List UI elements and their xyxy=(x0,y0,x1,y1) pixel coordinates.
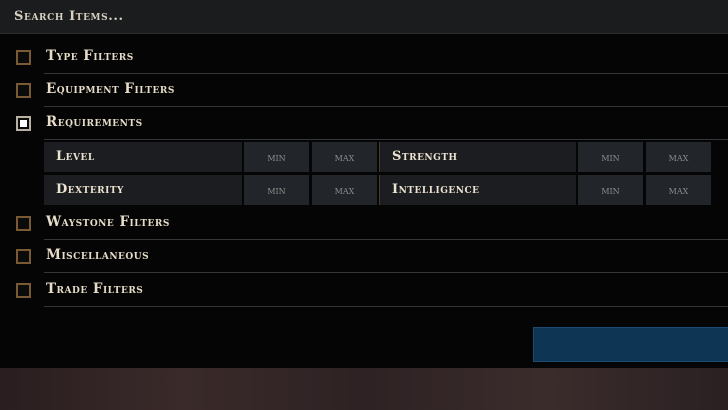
level-min-input[interactable] xyxy=(244,142,309,172)
filter-trade[interactable]: Trade Filters xyxy=(0,274,728,307)
stat-label-intelligence: Intelligence xyxy=(392,182,480,197)
level-max-input[interactable] xyxy=(312,142,377,172)
stat-label-level: Level xyxy=(56,149,95,164)
search-button[interactable] xyxy=(533,327,728,362)
search-bar xyxy=(0,0,728,34)
divider xyxy=(44,139,728,140)
filter-miscellaneous[interactable]: Miscellaneous xyxy=(0,240,728,273)
search-input[interactable] xyxy=(0,0,728,33)
waystone-filters-label: Waystone Filters xyxy=(46,214,170,230)
stat-label-strength: Strength xyxy=(392,149,458,164)
type-filters-checkbox[interactable] xyxy=(16,50,31,65)
requirements-panel: Level Strength Dexterity Intelligence xyxy=(44,142,728,208)
strength-max-input[interactable] xyxy=(646,142,711,172)
stat-dexterity: Dexterity xyxy=(44,175,242,205)
strength-min-input[interactable] xyxy=(578,142,643,172)
stat-strength: Strength xyxy=(380,142,576,172)
filter-equipment[interactable]: Equipment Filters xyxy=(0,74,728,107)
stat-intelligence: Intelligence xyxy=(380,175,576,205)
divider xyxy=(44,306,728,307)
waystone-filters-checkbox[interactable] xyxy=(16,216,31,231)
equipment-filters-checkbox[interactable] xyxy=(16,83,31,98)
dexterity-max-input[interactable] xyxy=(312,175,377,205)
filter-requirements[interactable]: Requirements xyxy=(0,107,728,140)
type-filters-label: Type Filters xyxy=(46,48,134,64)
intelligence-max-input[interactable] xyxy=(646,175,711,205)
requirements-label: Requirements xyxy=(46,114,143,130)
requirements-checkbox[interactable] xyxy=(16,116,31,131)
miscellaneous-checkbox[interactable] xyxy=(16,249,31,264)
stat-level: Level xyxy=(44,142,242,172)
trade-filters-checkbox[interactable] xyxy=(16,283,31,298)
equipment-filters-label: Equipment Filters xyxy=(46,81,175,97)
dexterity-min-input[interactable] xyxy=(244,175,309,205)
filter-waystone[interactable]: Waystone Filters xyxy=(0,207,728,240)
trade-filters-label: Trade Filters xyxy=(46,281,144,297)
filter-type[interactable]: Type Filters xyxy=(0,41,728,74)
trade-search-panel: Type Filters Equipment Filters Requireme… xyxy=(0,0,728,410)
miscellaneous-label: Miscellaneous xyxy=(46,247,150,263)
divider xyxy=(44,272,728,273)
intelligence-min-input[interactable] xyxy=(578,175,643,205)
background-strip xyxy=(0,368,728,410)
stat-label-dexterity: Dexterity xyxy=(56,182,124,197)
